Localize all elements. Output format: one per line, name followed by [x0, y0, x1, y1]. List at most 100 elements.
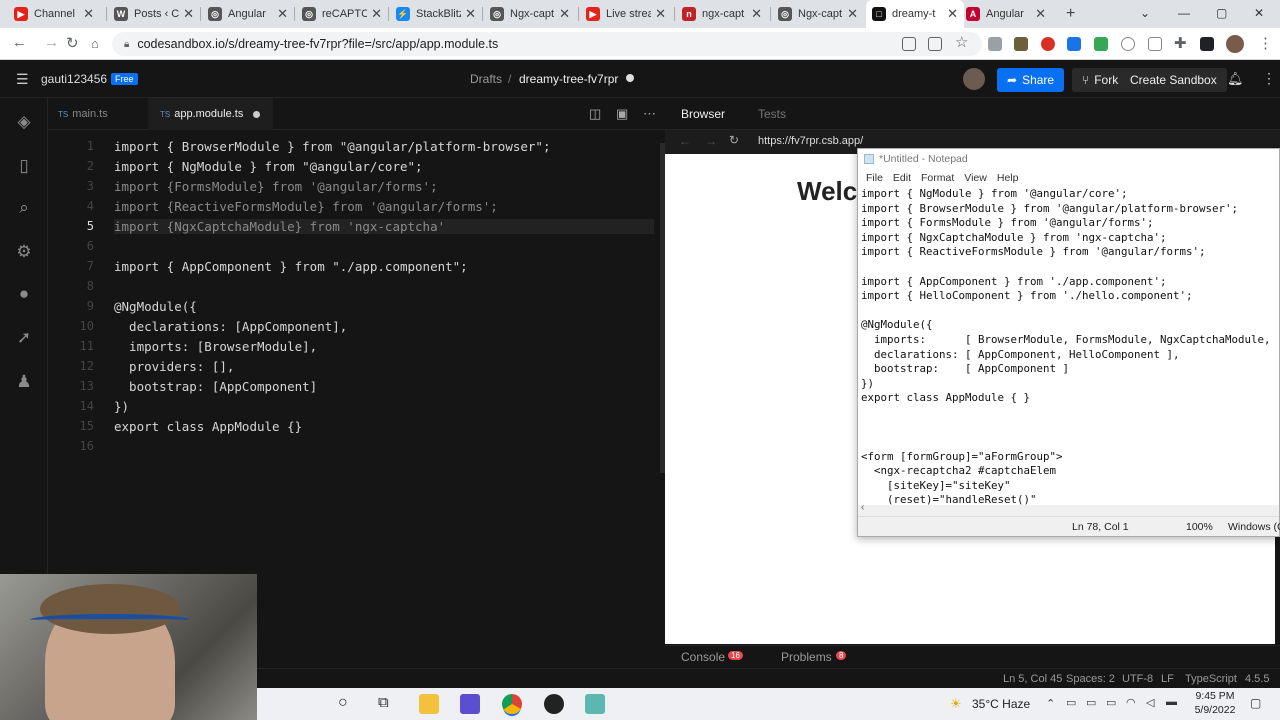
extension-icon[interactable] [1200, 37, 1214, 51]
settings-icon[interactable]: ⚙ [14, 242, 34, 262]
preview-url[interactable]: https://fv7rpr.csb.app/ [758, 135, 863, 147]
line-ending[interactable]: LF [1161, 673, 1174, 685]
task-view-icon[interactable]: ⧉ [378, 694, 389, 711]
indentation[interactable]: Spaces: 2 [1066, 673, 1115, 685]
profile-avatar[interactable] [1226, 35, 1244, 53]
preview-icon[interactable]: ▣ [616, 106, 628, 122]
reload-icon[interactable]: ↻ [66, 34, 79, 52]
close-tab-icon[interactable]: ✕ [655, 6, 666, 22]
extension-icon[interactable] [1121, 37, 1135, 51]
scroll-left-icon[interactable]: ‹ [861, 502, 864, 513]
code-line[interactable]: import {ReactiveFormsModule} from '@angu… [114, 199, 498, 214]
encoding[interactable]: UTF-8 [1122, 673, 1153, 685]
code-line[interactable]: imports: [BrowserModule], [114, 339, 317, 354]
cursor-position[interactable]: Ln 5, Col 45 [1003, 673, 1062, 685]
browser-tab[interactable]: ◎ Angular ✕ [202, 0, 294, 28]
install-icon[interactable] [902, 37, 916, 51]
close-tab-icon[interactable]: ✕ [847, 6, 858, 22]
language-mode[interactable]: TypeScript [1185, 673, 1237, 685]
window-close-icon[interactable]: ✕ [1254, 6, 1264, 20]
tab-search-icon[interactable]: ⌄ [1140, 6, 1150, 20]
extension-icon[interactable] [1148, 37, 1162, 51]
sandbox-title[interactable]: dreamy-tree-fv7rpr [519, 72, 618, 86]
share-page-icon[interactable] [928, 37, 942, 51]
notepad-text-area[interactable]: import { NgModule } from '@angular/core'… [861, 187, 1279, 507]
share-button[interactable]: ➦ Share [997, 68, 1065, 92]
hamburger-icon[interactable]: ☰ [16, 71, 29, 88]
close-tab-icon[interactable]: ✕ [947, 6, 958, 22]
minimize-icon[interactable]: — [1178, 6, 1190, 20]
close-tab-icon[interactable]: ✕ [183, 6, 194, 22]
weather-text[interactable]: 35°C Haze [972, 697, 1030, 711]
avatar[interactable] [963, 68, 985, 90]
code-line[interactable]: providers: [], [114, 359, 234, 374]
code-line[interactable]: import {NgxCaptchaModule} from 'ngx-capt… [114, 219, 654, 234]
forward-icon[interactable]: → [705, 134, 717, 148]
more-actions-icon[interactable]: ⋯ [643, 106, 656, 122]
code-line[interactable]: export class AppModule {} [114, 419, 302, 434]
cube-icon[interactable]: ◈ [14, 112, 34, 132]
clock-date[interactable]: 5/9/2022 [1190, 704, 1240, 716]
code-line[interactable]: @NgModule({ [114, 299, 197, 314]
close-tab-icon[interactable]: ✕ [465, 6, 476, 22]
tray-chevron-icon[interactable]: ⌃ [1046, 697, 1055, 710]
menu-icon[interactable]: ⋮ [1258, 34, 1273, 52]
browser-tab[interactable]: A Angular ✕ [960, 0, 1052, 28]
menu-format[interactable]: Format [921, 172, 954, 184]
tab-app-module-ts[interactable]: TS app.module.ts [148, 98, 273, 130]
back-icon[interactable]: ← [12, 34, 27, 51]
vscode-icon[interactable] [460, 694, 480, 714]
code-line[interactable]: }) [114, 399, 129, 414]
extension-icon[interactable] [1041, 37, 1055, 51]
close-tab-icon[interactable]: ✕ [751, 6, 762, 22]
file-icon[interactable]: ▯ [14, 156, 34, 176]
rocket-icon[interactable]: ➚ [14, 328, 34, 348]
extension-icon[interactable] [1094, 37, 1108, 51]
ts-version[interactable]: 4.5.5 [1245, 673, 1269, 685]
refresh-icon[interactable]: ↻ [729, 133, 739, 147]
search-circle-icon[interactable]: ○ [338, 694, 348, 712]
tray-icon[interactable]: ▭ [1066, 696, 1076, 709]
code-line[interactable]: declarations: [AppComponent], [114, 319, 347, 334]
code-line[interactable]: bootstrap: [AppComponent] [114, 379, 317, 394]
menu-help[interactable]: Help [997, 172, 1019, 184]
split-editor-icon[interactable]: ◫ [589, 106, 601, 122]
browser-tab[interactable]: ◎ Ngx-capt ✕ [484, 0, 576, 28]
breadcrumb-drafts[interactable]: Drafts [470, 72, 502, 86]
close-tab-icon[interactable]: ✕ [559, 6, 570, 22]
extension-icon[interactable] [988, 37, 1002, 51]
more-icon[interactable]: ⋮ [1262, 70, 1276, 87]
console-tab[interactable]: Console [681, 650, 725, 664]
puzzle-icon[interactable]: ✚ [1174, 34, 1187, 52]
menu-edit[interactable]: Edit [893, 172, 911, 184]
code-line[interactable]: import { BrowserModule } from "@angular/… [114, 139, 551, 154]
browser-tab[interactable]: □ dreamy-t ✕ [866, 0, 964, 28]
notification-bell-icon[interactable]: 🔔︎ [1227, 71, 1244, 87]
code-line[interactable]: import {FormsModule} from '@angular/form… [114, 179, 438, 194]
browser-tab[interactable]: n ngx-capt ✕ [676, 0, 768, 28]
search-icon[interactable]: ⌕ [14, 198, 34, 218]
close-tab-icon[interactable]: ✕ [1035, 6, 1046, 22]
volume-icon[interactable]: ◁ [1146, 696, 1154, 709]
code-line[interactable]: import { AppComponent } from "./app.comp… [114, 259, 468, 274]
close-tab-icon[interactable]: ✕ [277, 6, 288, 22]
close-tab-icon[interactable]: ✕ [371, 6, 382, 22]
menu-view[interactable]: View [964, 172, 987, 184]
browser-tab[interactable]: W Posts ‹ C ✕ [108, 0, 200, 28]
app-icon[interactable] [585, 694, 605, 714]
github-icon[interactable]: ● [14, 284, 34, 304]
tray-icon[interactable]: ▭ [1106, 696, 1116, 709]
extension-icon[interactable] [1067, 37, 1081, 51]
tab-tests[interactable]: Tests [758, 107, 786, 121]
browser-tab[interactable]: ▶ Live strea ✕ [580, 0, 672, 28]
browser-tab[interactable]: ◎ Ngx-capt ✕ [772, 0, 864, 28]
tab-main-ts[interactable]: TS main.ts [58, 98, 108, 130]
forward-icon[interactable]: → [44, 34, 59, 51]
recorder-icon[interactable] [544, 694, 564, 714]
tab-browser[interactable]: Browser [681, 107, 725, 121]
extension-icon[interactable] [1014, 37, 1028, 51]
home-icon[interactable]: ⌂ [91, 36, 99, 51]
menu-file[interactable]: File [866, 172, 883, 184]
clock-time[interactable]: 9:45 PM [1190, 690, 1240, 702]
notifications-icon[interactable]: ▢ [1250, 696, 1261, 710]
